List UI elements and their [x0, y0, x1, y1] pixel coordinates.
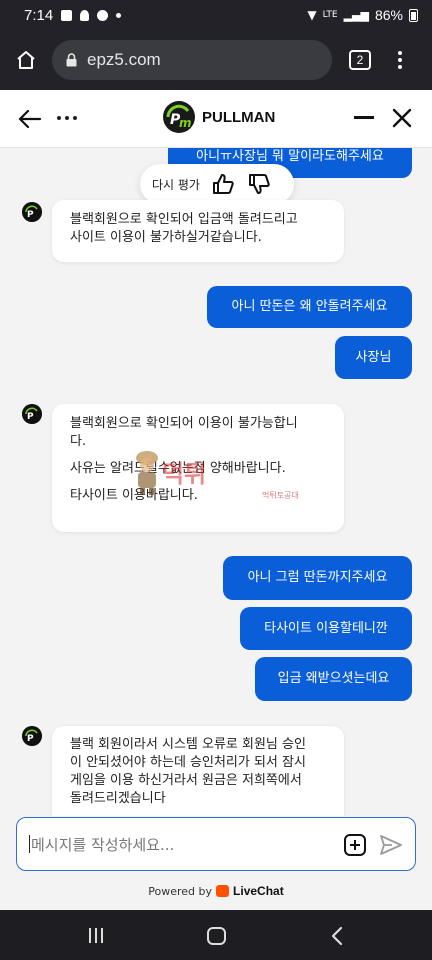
- thumbs-up-button[interactable]: [210, 171, 236, 197]
- notification-icons: [61, 9, 122, 21]
- pullman-logo-icon: P m: [163, 101, 195, 133]
- signal-icon: ▂▄▆: [343, 8, 369, 22]
- message-text: 이 안되셨어야 하는데 승인처리가 되서 잠시: [70, 755, 306, 770]
- message-text: 사장님: [355, 349, 392, 365]
- close-icon[interactable]: [392, 108, 412, 128]
- brand-logo: P m PULLMAN: [162, 100, 275, 134]
- message-list[interactable]: 아니ㅠ사장님 뭐 말이라도해주세요 다시 평가 P 블랙회원으로 확인되어 입금…: [0, 148, 432, 816]
- network-label: LTE: [322, 10, 338, 20]
- back-arrow-icon[interactable]: [18, 108, 42, 130]
- url-text: epz5.com: [87, 50, 161, 69]
- livechat-brand: LiveChat: [233, 884, 284, 898]
- svg-text:m: m: [179, 116, 192, 130]
- more-notifications-icon: [116, 12, 122, 18]
- powered-by[interactable]: Powered by LiveChat: [0, 880, 432, 902]
- send-icon[interactable]: [379, 834, 403, 856]
- url-bar[interactable]: epz5.com: [52, 40, 332, 80]
- message-outgoing: 타사이트 이용할테니깐: [240, 607, 412, 650]
- svg-text:P: P: [27, 210, 34, 220]
- settings-notification-icon: [97, 9, 109, 21]
- home-nav-button[interactable]: [207, 927, 226, 945]
- message-text: 블랙회원으로 확인되어 입금액 돌려드리고: [70, 212, 298, 227]
- message-text: 아니 딴돈은 왜 안돌려주세요: [231, 299, 388, 314]
- browser-menu-button[interactable]: [385, 40, 415, 80]
- message-text: 블랙 회원이라서 시스템 오류로 회원님 승인: [70, 737, 306, 752]
- message-text: 타사이트 이용할테니깐: [264, 620, 388, 636]
- message-text: 입금 왜받으셧는데요: [277, 671, 390, 686]
- message-text: 타사이트 이용바랍니다.: [70, 488, 198, 503]
- rating-label: 다시 평가: [152, 177, 200, 192]
- battery-icon: [409, 8, 418, 22]
- message-text: 게임을 이용 하신거라서 원금은 저희쪽에서: [70, 773, 302, 788]
- emoji-add-icon: [350, 840, 360, 850]
- nav-back-icon[interactable]: [330, 926, 344, 946]
- brand-name: PULLMAN: [202, 108, 276, 126]
- powered-by-label: Powered by: [148, 884, 213, 898]
- agent-avatar: P: [22, 202, 42, 222]
- message-outgoing: 사장님: [335, 336, 412, 379]
- mute-icon: ▼: [307, 8, 317, 22]
- battery-percent: 86%: [374, 7, 403, 23]
- minimize-icon[interactable]: [354, 116, 374, 119]
- agent-avatar: P: [22, 726, 42, 746]
- chat-header: P m PULLMAN: [0, 90, 432, 148]
- message-text: 블랙회원으로 확인되어 이용이 불가능합니: [70, 416, 298, 431]
- svg-text:P: P: [27, 734, 34, 744]
- message-text: 다.: [70, 434, 87, 449]
- thumbs-down-icon: [248, 174, 270, 194]
- message-incoming: 블랙회원으로 확인되어 입금액 돌려드리고 사이트 이용이 불가하실거같습니다.: [52, 200, 344, 262]
- recent-apps-button[interactable]: [89, 928, 103, 943]
- thumbs-down-button[interactable]: [246, 171, 272, 197]
- message-input[interactable]: 메시지를 작성하세요...: [31, 834, 174, 855]
- livechat-icon: [216, 885, 230, 897]
- system-nav-bar: [0, 910, 432, 960]
- message-outgoing: 입금 왜받으셧는데요: [255, 657, 412, 701]
- browser-toolbar: epz5.com 2: [0, 30, 432, 90]
- lock-icon: [66, 53, 77, 67]
- message-incoming: 블랙 회원이라서 시스템 오류로 회원님 승인 이 안되셨어야 하는데 승인처리…: [52, 726, 344, 816]
- message-outgoing: 아니 딴돈은 왜 안돌려주세요: [207, 286, 412, 328]
- thumbs-up-icon: [212, 174, 234, 194]
- gallery-notification-icon: [61, 9, 73, 21]
- tab-count: 2: [356, 53, 364, 67]
- svg-text:P: P: [27, 412, 34, 422]
- bulb-notification-icon: [80, 9, 90, 21]
- message-text: 아니 그럼 딴돈까지주세요: [247, 570, 388, 585]
- message-text: 사유는 알려드릴수없는점 양해바랍니다.: [70, 461, 286, 476]
- message-incoming: 블랙회원으로 확인되어 이용이 불가능합니 다. 사유는 알려드릴수없는점 양해…: [52, 404, 344, 532]
- recent-apps-icon: [89, 928, 91, 943]
- home-button[interactable]: [0, 30, 52, 90]
- text-caret: [29, 835, 30, 853]
- emoji-add-button[interactable]: [344, 834, 366, 856]
- more-options-button[interactable]: [57, 116, 77, 120]
- tabs-button[interactable]: 2: [349, 50, 371, 70]
- status-time: 7:14: [24, 6, 54, 24]
- status-bar: 7:14 ▼ LTE ▂▄▆ 86%: [0, 0, 432, 30]
- kebab-menu-icon: [398, 51, 402, 55]
- message-text: 돌려드리겠습니다: [70, 791, 166, 806]
- home-icon: [17, 51, 35, 69]
- message-outgoing: 아니 그럼 딴돈까지주세요: [223, 556, 412, 600]
- agent-avatar: P: [22, 404, 42, 424]
- message-composer[interactable]: 메시지를 작성하세요...: [16, 817, 416, 871]
- more-icon: [57, 116, 61, 120]
- message-text: 사이트 이용이 불가하실거같습니다.: [70, 230, 262, 245]
- rating-card: 다시 평가: [140, 164, 294, 204]
